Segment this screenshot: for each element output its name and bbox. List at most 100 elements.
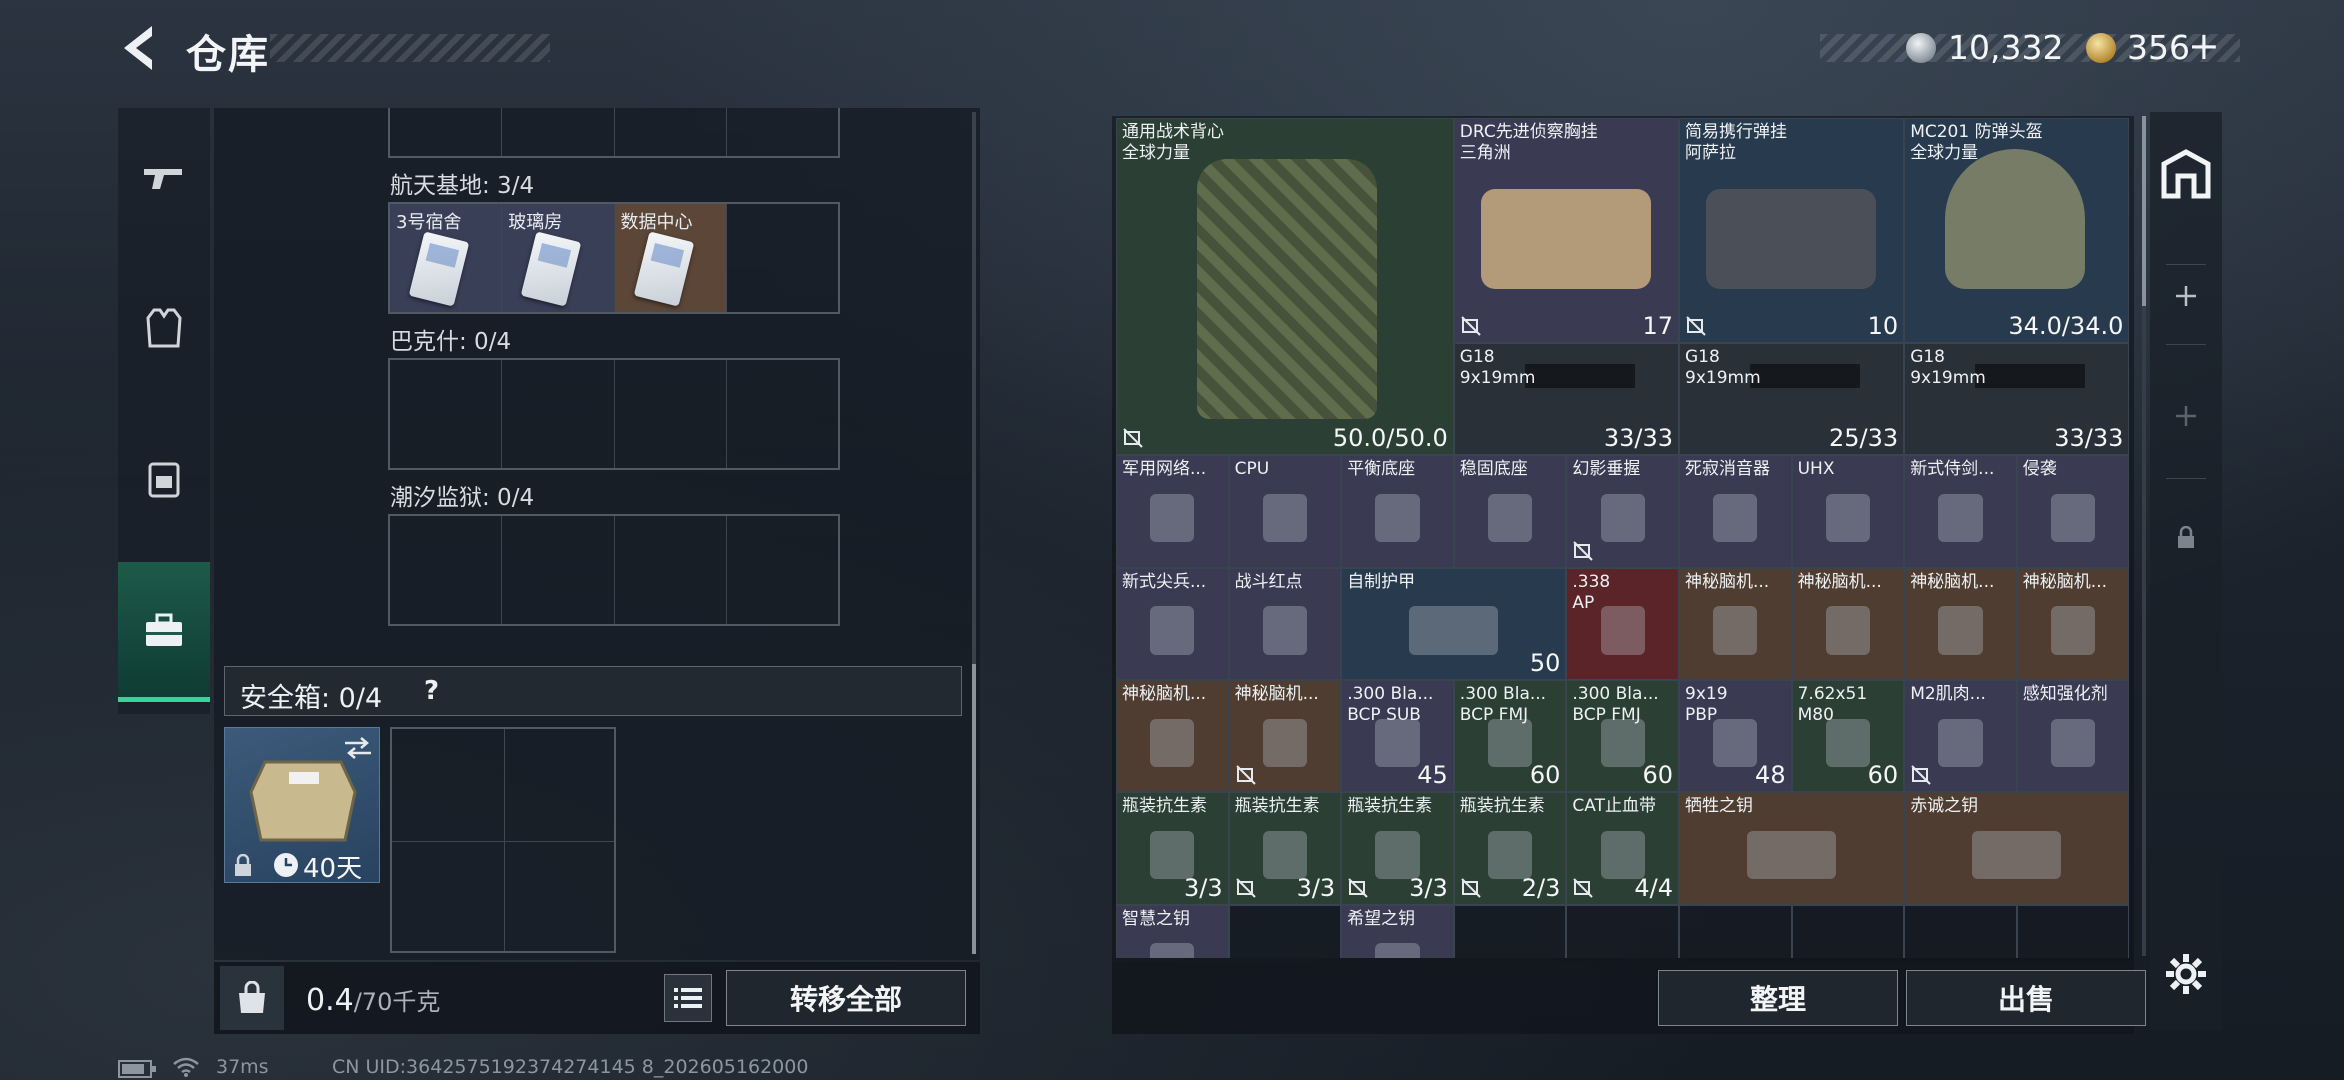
key-card-slot[interactable]: 3号宿舍 bbox=[390, 204, 503, 312]
inventory-item[interactable]: 赤诚之钥 bbox=[1904, 792, 2130, 905]
empty-slot[interactable] bbox=[615, 516, 727, 624]
inventory-item[interactable]: 神秘脑机... bbox=[1116, 680, 1229, 793]
list-view-button[interactable] bbox=[664, 974, 712, 1022]
inventory-item[interactable]: 瓶装抗生素 3/3 bbox=[1116, 792, 1229, 905]
item-graphic bbox=[1262, 606, 1307, 655]
inventory-item[interactable]: 神秘脑机... bbox=[1791, 567, 1905, 680]
inventory-item[interactable]: 军用网络... bbox=[1116, 455, 1229, 568]
inventory-item[interactable]: UHX bbox=[1791, 455, 1905, 568]
inventory-item[interactable]: .300 Bla... BCP SUB 45 bbox=[1341, 680, 1454, 793]
inventory-item[interactable]: 神秘脑机... bbox=[1904, 567, 2017, 680]
list-icon bbox=[674, 988, 702, 1008]
item-name: 瓶装抗生素 bbox=[1459, 796, 1545, 817]
inventory-item[interactable]: CAT止血带 4/4 bbox=[1566, 792, 1679, 905]
inventory-item[interactable]: 幻影垂握 bbox=[1566, 455, 1679, 568]
key-grid-aerospace: 3号宿舍 玻璃房 数据中心 bbox=[388, 202, 840, 314]
container-side-column bbox=[2150, 112, 2222, 1030]
inventory-item[interactable]: 新式尖兵... bbox=[1116, 567, 1229, 680]
item-graphic bbox=[2050, 718, 2096, 768]
left-scrollbar-thumb[interactable] bbox=[972, 664, 976, 954]
inventory-item[interactable]: 7.62x51 M80 60 bbox=[1791, 680, 1905, 793]
settings-gear-icon[interactable] bbox=[2164, 952, 2208, 996]
empty-slot[interactable] bbox=[390, 360, 503, 468]
inventory-item[interactable]: 智慧之钥 bbox=[1116, 904, 1229, 958]
inventory-item[interactable]: MC201 防弹头盔 全球力量 34.0/34.0 bbox=[1904, 118, 2130, 343]
inventory-item[interactable]: DRC先进侦察胸挂 三角洲 17 bbox=[1453, 118, 1679, 343]
safe-box-grid[interactable] bbox=[390, 727, 616, 953]
inventory-item[interactable]: G18 9x19mm 33/33 bbox=[1453, 342, 1679, 456]
tab-weapons[interactable] bbox=[118, 108, 210, 248]
inventory-item[interactable]: 神秘脑机... bbox=[1228, 680, 1342, 793]
inventory-item[interactable]: CPU bbox=[1228, 455, 1342, 568]
inventory-item[interactable]: 平衡底座 bbox=[1341, 455, 1454, 568]
key-card-slot[interactable]: 玻璃房 bbox=[502, 204, 615, 312]
empty-slot[interactable] bbox=[727, 360, 838, 468]
inventory-item[interactable]: 通用战术背心 全球力量 50.0/50.0 bbox=[1116, 118, 1454, 456]
inventory-item[interactable]: 瓶装抗生素 3/3 bbox=[1341, 792, 1454, 905]
add-container-icon[interactable] bbox=[2174, 404, 2198, 428]
right-scrollbar-thumb[interactable] bbox=[2142, 116, 2146, 306]
inventory-item[interactable]: G18 9x19mm 25/33 bbox=[1679, 342, 1905, 456]
empty-slot[interactable] bbox=[1566, 904, 1679, 958]
inventory-item[interactable]: M2肌肉... bbox=[1904, 680, 2017, 793]
tab-keys[interactable] bbox=[118, 562, 210, 702]
empty-slot[interactable] bbox=[1679, 904, 1792, 958]
inventory-item[interactable]: G18 9x19mm 33/33 bbox=[1904, 342, 2130, 456]
inventory-item[interactable]: .338 AP bbox=[1566, 567, 1679, 680]
stash-icon[interactable] bbox=[2158, 146, 2214, 202]
empty-slot[interactable] bbox=[1228, 904, 1342, 958]
title-decoration bbox=[270, 34, 550, 62]
weight-bag-button[interactable] bbox=[220, 966, 284, 1030]
inventory-item[interactable]: 战斗红点 bbox=[1228, 567, 1342, 680]
item-name: DRC先进侦察胸挂 三角洲 bbox=[1459, 122, 1598, 163]
transfer-all-button[interactable]: 转移全部 bbox=[726, 970, 966, 1026]
inventory-item[interactable]: 神秘脑机... bbox=[1679, 567, 1792, 680]
inventory-item[interactable]: 希望之钥 bbox=[1341, 904, 1454, 958]
inventory-item[interactable]: 新式侍剑... bbox=[1904, 455, 2017, 568]
inventory-item[interactable]: 瓶装抗生素 2/3 bbox=[1453, 792, 1567, 905]
sort-button[interactable]: 整理 bbox=[1658, 970, 1898, 1026]
tab-backpack[interactable] bbox=[118, 408, 210, 548]
inventory-item[interactable]: 感知强化剂 bbox=[2016, 680, 2130, 793]
inventory-item[interactable]: 神秘脑机... bbox=[2016, 567, 2130, 680]
key-card-slot[interactable]: 数据中心 bbox=[614, 204, 727, 312]
add-container-icon[interactable] bbox=[2174, 284, 2198, 308]
empty-slot[interactable] bbox=[2016, 904, 2130, 958]
safe-box-item[interactable]: 40天 bbox=[224, 727, 380, 884]
inventory-item[interactable]: 稳固底座 bbox=[1453, 455, 1567, 568]
sell-button[interactable]: 出售 bbox=[1906, 970, 2146, 1026]
item-name: G18 9x19mm bbox=[1910, 346, 1986, 388]
item-name: 新式侍剑... bbox=[1910, 459, 1995, 480]
safe-duration: 40天 bbox=[303, 854, 363, 884]
inventory-item[interactable]: 死寂消音器 bbox=[1679, 455, 1792, 568]
empty-slot[interactable] bbox=[502, 360, 615, 468]
inventory-item[interactable]: 牺牲之钥 bbox=[1679, 792, 1905, 905]
empty-slot[interactable] bbox=[1904, 904, 2017, 958]
empty-slot[interactable] bbox=[502, 516, 615, 624]
empty-slot[interactable] bbox=[1453, 904, 1567, 958]
inventory-item[interactable]: 侵袭 bbox=[2016, 455, 2130, 568]
item-graphic bbox=[1375, 830, 1420, 880]
empty-slot[interactable] bbox=[1791, 904, 1905, 958]
safe-help-button[interactable]: ? bbox=[424, 676, 439, 706]
weight-indicator: 0.4/70千克 bbox=[306, 982, 440, 1018]
item-name: 感知强化剂 bbox=[2022, 684, 2108, 704]
inventory-item[interactable]: 简易携行弹挂 阿萨拉 10 bbox=[1679, 118, 1905, 343]
item-graphic bbox=[1150, 830, 1195, 880]
inventory-item[interactable]: 9x19 PBP 48 bbox=[1679, 680, 1792, 793]
inventory-item[interactable]: 瓶装抗生素 3/3 bbox=[1228, 792, 1342, 905]
swap-icon[interactable] bbox=[343, 736, 373, 760]
inventory-item[interactable]: .300 Bla... BCP FMJ 60 bbox=[1453, 680, 1567, 793]
tab-armor[interactable] bbox=[118, 258, 210, 398]
inventory-item[interactable]: 自制护甲 50 bbox=[1341, 567, 1567, 680]
inventory-item[interactable]: .300 Bla... BCP FMJ 60 bbox=[1566, 680, 1679, 793]
empty-slot[interactable] bbox=[615, 360, 727, 468]
add-currency-button[interactable]: + bbox=[2188, 24, 2220, 68]
item-name: 神秘脑机... bbox=[1122, 684, 1207, 704]
item-name: CAT止血带 bbox=[1572, 796, 1656, 817]
empty-slot[interactable] bbox=[727, 516, 838, 624]
access-card-icon bbox=[408, 231, 470, 307]
empty-slot[interactable] bbox=[727, 204, 838, 312]
back-arrow-icon[interactable] bbox=[118, 22, 162, 74]
empty-slot[interactable] bbox=[390, 516, 503, 624]
